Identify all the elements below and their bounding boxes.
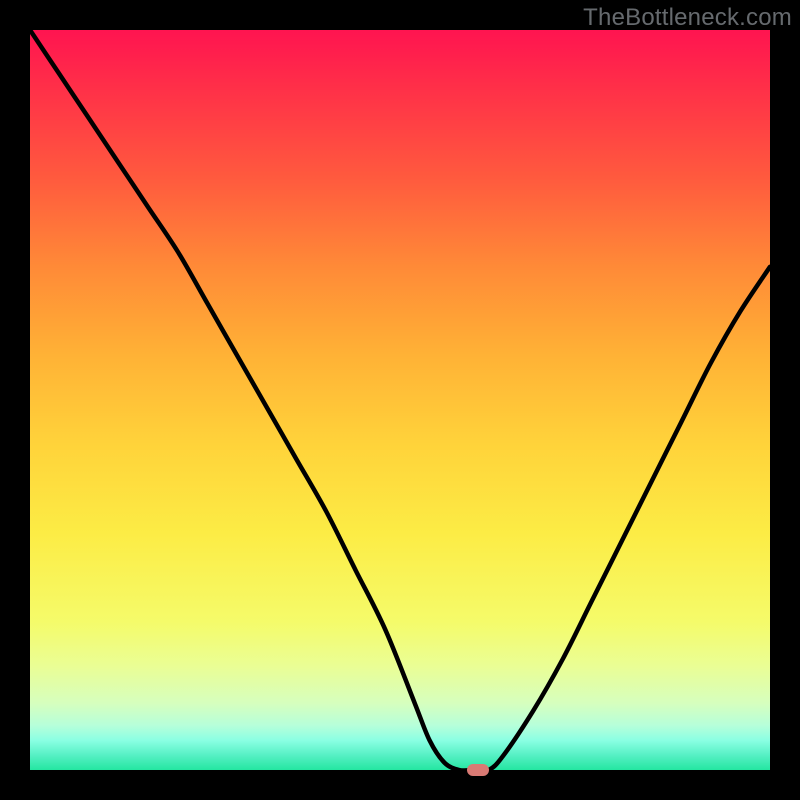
plot-area [30, 30, 770, 770]
optimum-marker [467, 764, 489, 776]
chart-frame: TheBottleneck.com [0, 0, 800, 800]
curve-svg [30, 30, 770, 770]
watermark-text: TheBottleneck.com [583, 4, 792, 32]
bottleneck-curve [30, 30, 770, 770]
